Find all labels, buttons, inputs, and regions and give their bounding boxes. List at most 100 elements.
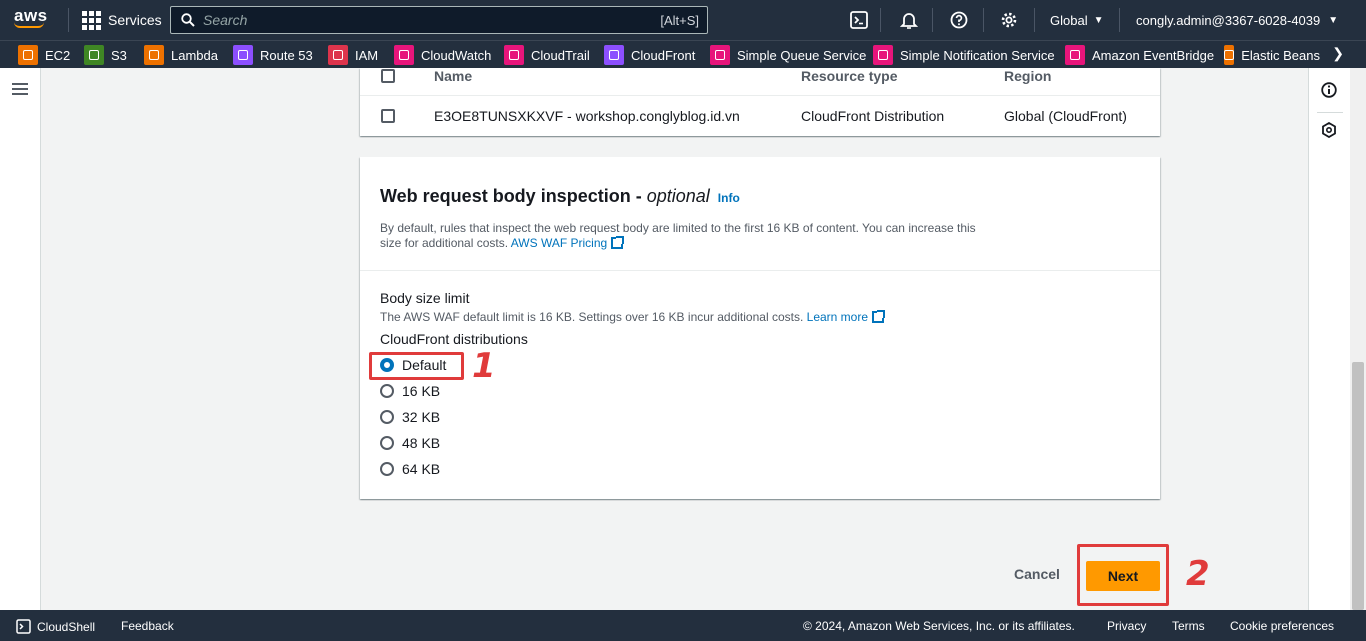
search-input[interactable]: Search [Alt+S] xyxy=(170,6,708,34)
panel-divider xyxy=(360,270,1160,271)
cloudfront-distributions-label: CloudFront distributions xyxy=(380,331,528,347)
favorite-label: Elastic Beans xyxy=(1241,47,1320,63)
body-size-limit-label: Body size limit xyxy=(380,290,470,306)
console-footer: CloudShell Feedback © 2024, Amazon Web S… xyxy=(0,610,1366,641)
sqs-icon xyxy=(710,45,730,65)
region-label: Global xyxy=(1050,12,1088,28)
panel-title-text: Web request body inspection - xyxy=(380,186,647,206)
caret-down-icon: ▼ xyxy=(1328,14,1339,26)
nav-divider xyxy=(1119,8,1120,32)
settings-gear-icon[interactable] xyxy=(997,8,1021,32)
favorite-label: Route 53 xyxy=(260,47,313,63)
favorite-label: S3 xyxy=(111,47,127,63)
favorite-route53[interactable]: Route 53 xyxy=(233,45,313,65)
resource-name-cell: E3OE8TUNSXKXVF - workshop.conglyblog.id.… xyxy=(434,108,740,124)
ec2-icon xyxy=(18,45,38,65)
radio-label: 16 KB xyxy=(402,383,441,399)
favorite-sqs[interactable]: Simple Queue Service xyxy=(710,45,866,65)
favorite-cloudwatch[interactable]: CloudWatch xyxy=(394,45,491,65)
right-tools-rail xyxy=(1308,68,1350,610)
learn-more-link[interactable]: Learn more xyxy=(807,310,868,324)
favorite-cloudfront[interactable]: CloudFront xyxy=(604,45,695,65)
radio-unselected-icon xyxy=(380,462,394,476)
favorite-cloudtrail[interactable]: CloudTrail xyxy=(504,45,590,65)
favorites-bar: EC2 S3 Lambda Route 53 IAM CloudWatch Cl… xyxy=(0,40,1366,68)
cloudshell-button[interactable]: CloudShell xyxy=(16,619,95,634)
radio-64kb[interactable]: 64 KB xyxy=(380,460,440,478)
favorite-ec2[interactable]: EC2 xyxy=(18,45,70,65)
row-checkbox[interactable] xyxy=(381,109,395,123)
chevron-right-icon[interactable]: ❯ xyxy=(1332,45,1344,62)
favorite-label: Lambda xyxy=(171,47,218,63)
annotation-highlight-default xyxy=(369,352,464,380)
favorite-s3[interactable]: S3 xyxy=(84,45,127,65)
aws-logo[interactable]: aws xyxy=(14,7,54,33)
help-icon[interactable] xyxy=(947,8,971,32)
services-menu-button[interactable]: Services xyxy=(82,8,162,32)
size-desc-text: The AWS WAF default limit is 16 KB. Sett… xyxy=(380,310,807,324)
column-header-name: Name xyxy=(434,68,473,84)
favorite-label: IAM xyxy=(355,47,379,63)
radio-label: 48 KB xyxy=(402,435,441,451)
feedback-link[interactable]: Feedback xyxy=(121,619,174,633)
hexagon-settings-icon[interactable] xyxy=(1321,122,1337,138)
radio-48kb[interactable]: 48 KB xyxy=(380,434,440,452)
favorite-elastic-beanstalk[interactable]: Elastic Beans xyxy=(1224,45,1320,65)
cloudshell-icon xyxy=(16,619,31,634)
favorite-eventbridge[interactable]: Amazon EventBridge xyxy=(1065,45,1214,65)
favorite-sns[interactable]: Simple Notification Service xyxy=(873,45,1055,65)
nav-divider xyxy=(1034,8,1035,32)
scrollbar-thumb[interactable] xyxy=(1352,362,1364,610)
iam-icon xyxy=(328,45,348,65)
favorite-label: CloudWatch xyxy=(421,47,492,63)
description-text: By default, rules that inspect the web r… xyxy=(380,221,976,250)
resource-region-cell: Global (CloudFront) xyxy=(1004,108,1127,124)
panel-description: By default, rules that inspect the web r… xyxy=(380,221,980,251)
favorite-label: CloudFront xyxy=(631,47,696,63)
favorite-label: CloudTrail xyxy=(531,47,590,63)
cancel-button[interactable]: Cancel xyxy=(1004,566,1070,586)
nav-divider xyxy=(880,8,881,32)
info-link[interactable]: Info xyxy=(718,191,740,205)
eventbridge-icon xyxy=(1065,45,1085,65)
info-circle-icon[interactable] xyxy=(1321,82,1337,98)
privacy-link[interactable]: Privacy xyxy=(1107,619,1146,633)
cookie-preferences-link[interactable]: Cookie preferences xyxy=(1230,619,1334,633)
notifications-bell-icon[interactable] xyxy=(897,8,921,32)
cloudshell-icon[interactable] xyxy=(847,8,871,32)
favorite-iam[interactable]: IAM xyxy=(328,45,378,65)
cloudfront-icon xyxy=(604,45,624,65)
grid-icon xyxy=(82,10,101,30)
radio-unselected-icon xyxy=(380,436,394,450)
radio-label: 64 KB xyxy=(402,461,441,477)
radio-16kb[interactable]: 16 KB xyxy=(380,382,440,400)
waf-pricing-link[interactable]: AWS WAF Pricing xyxy=(511,236,607,250)
nav-divider xyxy=(68,8,69,32)
route53-icon xyxy=(233,45,253,65)
lambda-icon xyxy=(144,45,164,65)
resource-type-cell: CloudFront Distribution xyxy=(801,108,945,124)
cloudwatch-icon xyxy=(394,45,414,65)
favorite-label: Simple Queue Service xyxy=(737,47,867,63)
top-navigation: aws Services Search [Alt+S] Global ▼ con… xyxy=(0,0,1366,40)
radio-32kb[interactable]: 32 KB xyxy=(380,408,440,426)
column-header-region: Region xyxy=(1004,68,1052,84)
search-icon xyxy=(181,13,195,27)
favorite-label: Amazon EventBridge xyxy=(1092,47,1215,63)
account-menu[interactable]: congly.admin@3367-6028-4039 ▼ xyxy=(1136,8,1338,32)
hamburger-menu-icon[interactable] xyxy=(12,83,28,95)
favorite-lambda[interactable]: Lambda xyxy=(144,45,218,65)
terms-link[interactable]: Terms xyxy=(1172,619,1205,633)
favorite-label: EC2 xyxy=(45,47,71,63)
column-header-resource-type: Resource type xyxy=(801,68,898,84)
search-shortcut: [Alt+S] xyxy=(660,12,699,28)
region-selector[interactable]: Global ▼ xyxy=(1050,8,1103,32)
panel-title-optional: optional xyxy=(646,186,710,206)
nav-divider xyxy=(932,8,933,32)
nav-divider xyxy=(983,8,984,32)
sns-icon xyxy=(873,45,893,65)
external-link-icon xyxy=(872,310,886,323)
select-all-checkbox[interactable] xyxy=(381,69,395,83)
next-button[interactable]: Next xyxy=(1086,561,1160,591)
external-link-icon xyxy=(611,236,625,249)
